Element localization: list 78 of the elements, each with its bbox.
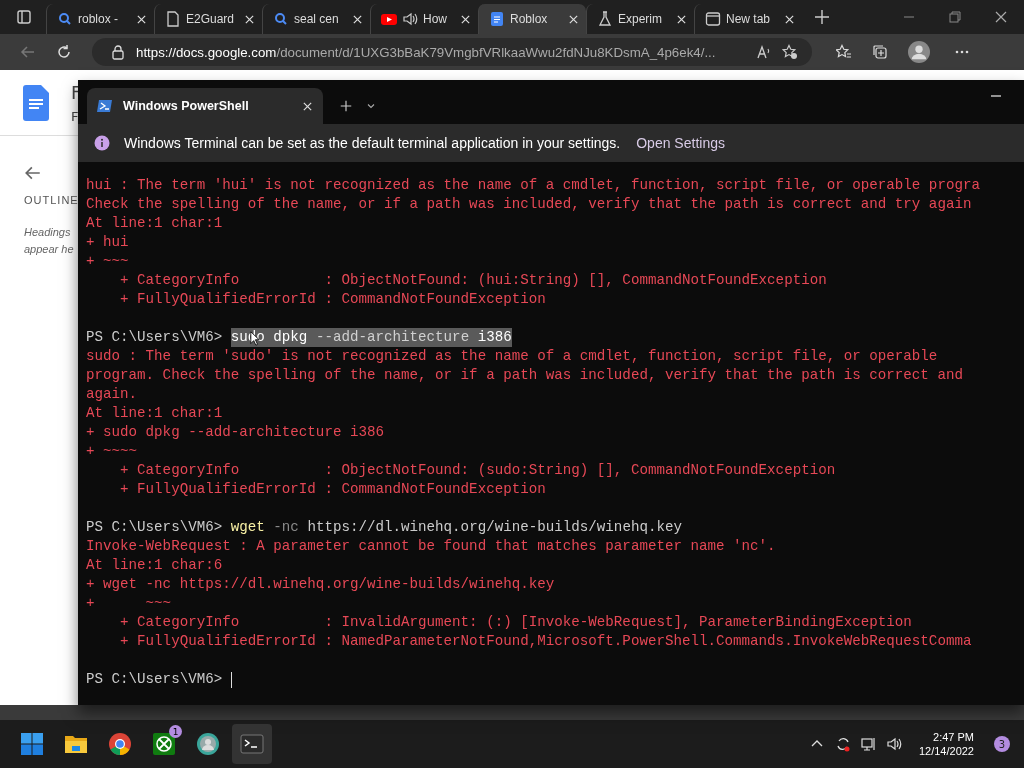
error-line: again. — [86, 385, 139, 404]
browser-logo-icon — [108, 732, 132, 756]
outline-hint: appear he — [24, 242, 74, 257]
info-icon — [94, 135, 110, 151]
terminal-icon — [240, 732, 264, 756]
close-icon[interactable] — [995, 11, 1007, 23]
clock-time[interactable]: 2:47 PM — [933, 731, 974, 743]
error-line: program. Check the spelling of the name, or if a path was included, verify that the path is correct and — [86, 366, 964, 385]
document-icon — [489, 11, 505, 27]
tab-title: roblox - — [78, 12, 119, 26]
error-line: + CategoryInfo : InvalidArgument: (:) [Invoke-WebRequest], ParameterBindingException — [119, 613, 913, 632]
menu-item[interactable]: F — [71, 108, 82, 124]
error-line: + CategoryInfo : ObjectNotFound: (hui:String) [], CommandNotFoundException — [119, 271, 828, 290]
search-icon — [273, 11, 289, 27]
favorite-add-icon[interactable] — [782, 44, 798, 60]
browser-tab[interactable]: Roblox — [478, 4, 586, 34]
refresh-icon[interactable] — [56, 44, 72, 60]
windows-logo-icon — [20, 732, 44, 756]
error-line: + FullyQualifiedErrorId : CommandNotFoundException — [119, 480, 547, 499]
error-line: + hui — [86, 233, 130, 252]
error-line: + CategoryInfo : ObjectNotFound: (sudo:String) [], CommandNotFoundException — [119, 461, 837, 480]
tab-title: New tab — [726, 12, 772, 26]
error-line: + FullyQualifiedErrorId : NamedParameterNotFound,Microsoft.PowerShell.Commands.InvokeWebRequestComma — [119, 632, 973, 651]
terminal-tab[interactable]: Windows PowerShell — [87, 88, 323, 124]
prompt-text: PS C:\Users\VM6> — [86, 670, 223, 689]
tab-title: Experim — [618, 12, 663, 26]
error-line: + ~~~ — [86, 594, 173, 613]
outline-hint: Headings — [24, 225, 71, 240]
favorites-icon[interactable] — [836, 44, 852, 60]
error-line: sudo : The term 'sudo' is not recognized as the name of a cmdlet, function, script file, or operable — [86, 347, 939, 366]
tab-actions-icon[interactable] — [16, 9, 32, 25]
error-line: At line:1 char:1 — [86, 214, 224, 233]
error-line: Check the spelling of the name, or if a path was included, verify that the path is correct and try again — [86, 195, 973, 214]
prompt-text: PS C:\Users\VM6> — [86, 328, 223, 347]
play-icon — [381, 11, 397, 27]
lock-icon — [110, 44, 126, 60]
url-text: https://docs.google.com/document/d/1UXG3bBaK79VmgbfVRlkaaWwu2fdNJu8KDsmA_4p6ek4/... — [136, 44, 717, 60]
tab-title: How — [423, 12, 448, 26]
network-icon[interactable] — [860, 736, 877, 752]
clock-date[interactable]: 12/14/2022 — [918, 745, 974, 757]
taskbar-app[interactable]: 1 — [144, 724, 184, 764]
docs-logo-icon — [23, 84, 49, 121]
speaker-icon[interactable] — [402, 11, 418, 27]
search-icon — [57, 11, 73, 27]
error-line: + wget -nc https://dl.winehq.org/wine-builds/winehq.key — [86, 575, 556, 594]
restore-icon[interactable] — [949, 11, 961, 23]
back-arrow-icon[interactable] — [24, 164, 42, 182]
profile-avatar-icon[interactable] — [908, 41, 930, 63]
error-line: At line:1 char:6 — [86, 556, 224, 575]
powershell-icon — [97, 98, 113, 114]
new-tab-icon — [705, 11, 721, 27]
error-line: + FullyQualifiedErrorId : CommandNotFoundException — [119, 290, 547, 309]
address-bar[interactable]: https://docs.google.com/document/d/1UXG3bBaK79VmgbfVRlkaaWwu2fdNJu8KDsmA_4p6ek4/... — [92, 38, 812, 66]
plus-icon[interactable] — [814, 9, 830, 25]
open-settings-link[interactable]: Open Settings — [636, 135, 725, 151]
notification-count[interactable]: 3 — [994, 736, 1010, 752]
back-icon[interactable] — [20, 44, 36, 60]
prompt-text: PS C:\Users\VM6> — [86, 518, 223, 537]
tab-title: E2Guard — [186, 12, 236, 26]
outline-label: OUTLINE — [24, 194, 79, 206]
error-line: + sudo dpkg --add-architecture i386 — [86, 423, 385, 442]
error-line: + ~~~ — [86, 252, 130, 271]
volume-icon[interactable] — [886, 736, 903, 752]
info-message: Windows Terminal can be set as the default terminal application in your settings. — [124, 135, 621, 151]
error-line: hui : The term 'hui' is not recognized as the name of a cmdlet, function, script file, or operable progra — [86, 176, 981, 195]
person-app-icon — [196, 732, 220, 756]
error-line: Invoke-WebRequest : A parameter cannot be found that matches parameter name 'nc'. — [86, 537, 777, 556]
page-icon — [165, 11, 181, 27]
collections-icon[interactable] — [872, 44, 888, 60]
command-text: wget -nc https://dl.winehq.org/wine-builds/winehq.key — [230, 518, 682, 537]
tab-title: seal cen — [294, 12, 340, 26]
tab-title: Roblox — [510, 12, 549, 26]
plus-icon[interactable] — [339, 99, 353, 113]
flask-icon — [597, 11, 613, 27]
notification-badge: 1 — [169, 725, 182, 738]
error-line: At line:1 char:1 — [86, 404, 224, 423]
read-aloud-icon[interactable] — [756, 44, 772, 60]
error-line: + ~~~~ — [86, 442, 139, 461]
